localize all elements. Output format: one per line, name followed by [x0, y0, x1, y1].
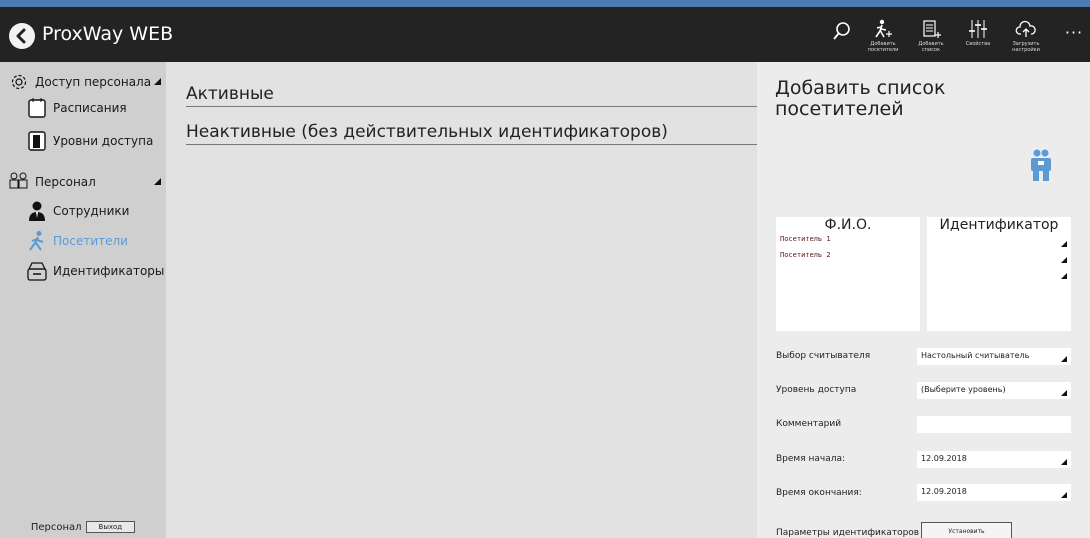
access-level-select[interactable]: (Выберите уровень) [917, 382, 1071, 399]
add-list-icon [923, 20, 941, 38]
collapse-triangle-icon[interactable] [154, 178, 161, 185]
sidebar-group-personnel[interactable]: Персонал [8, 171, 96, 193]
main-content: Активные Неактивные (без действительных … [166, 62, 757, 538]
calendar-icon [26, 97, 48, 119]
start-date-value: 12.09.2018 [921, 454, 967, 463]
access-level-label: Уровень доступа [776, 385, 857, 395]
add-visitors-label: Добавить посетители [867, 41, 899, 53]
back-arrow-icon [16, 28, 26, 44]
chevron-down-icon [1061, 492, 1067, 498]
sidebar-item-identifiers[interactable]: Идентификаторы [26, 260, 164, 282]
search-icon [833, 22, 850, 40]
name-column: Ф.И.О. Посетитель 1 Посетитель 2 [776, 217, 920, 331]
sidebar-item-visitors[interactable]: Посетители [26, 230, 128, 252]
cloud-upload-icon [1015, 20, 1036, 37]
add-visitor-icon [875, 19, 892, 38]
section-inactive[interactable]: Неактивные (без действительных идентифик… [186, 122, 757, 145]
comment-field[interactable] [917, 416, 1071, 433]
door-icon [26, 130, 48, 152]
start-time-label: Время начала: [776, 454, 846, 464]
more-icon: ··· [1064, 23, 1084, 42]
visitors-icon [1031, 149, 1051, 181]
sidebar-item-label: Уровни доступа [53, 134, 154, 148]
end-date-value: 12.09.2018 [921, 487, 967, 496]
employee-icon [26, 200, 48, 222]
card-reader-icon [26, 260, 48, 282]
sidebar-group-staff-access[interactable]: Доступ персонала [8, 71, 151, 93]
sliders-icon [969, 20, 987, 38]
reader-select-value: Настольный считыватель [921, 351, 1030, 360]
list-item[interactable]: Посетитель 1 [776, 235, 920, 243]
add-visitor-list-panel: Добавить список посетителей Ф.И.О. Посет… [757, 62, 1090, 538]
identifier-column-header: Идентификатор [939, 217, 1059, 233]
add-list-button[interactable]: Добавить список [911, 18, 951, 64]
app-title: ProxWay WEB [42, 23, 174, 45]
load-settings-button[interactable]: Загрузить настройки [1005, 18, 1047, 64]
end-date-picker[interactable]: 12.09.2018 [917, 484, 1071, 501]
title-bar: ProxWay WEB Добавить посетители Добавить… [0, 7, 1090, 62]
identifier-dropdown-icon[interactable] [1061, 273, 1067, 279]
identifier-dropdown-icon[interactable] [1061, 241, 1067, 247]
search-button[interactable] [830, 18, 854, 64]
visitor-icon [26, 230, 48, 252]
collapse-triangle-icon[interactable] [154, 78, 161, 85]
sidebar-group-label: Доступ персонала [35, 75, 152, 89]
identifier-params-label: Параметры идентификаторов [776, 528, 920, 538]
add-visitors-button[interactable]: Добавить посетители [862, 18, 904, 64]
sidebar-item-label: Идентификаторы [53, 264, 165, 278]
properties-label: Свойства [965, 41, 991, 47]
sidebar: Доступ персонала Расписания Уровни досту… [0, 62, 166, 538]
back-button[interactable] [9, 23, 35, 49]
exit-button[interactable]: Выход [85, 521, 136, 533]
end-time-label: Время окончания: [776, 488, 862, 498]
sidebar-item-label: Посетители [53, 234, 128, 248]
panel-title: Добавить список посетителей [775, 77, 946, 120]
load-settings-label: Загрузить настройки [1012, 41, 1040, 53]
reader-label: Выбор считывателя [776, 351, 871, 361]
gear-icon [8, 71, 30, 93]
identifier-dropdown-icon[interactable] [1061, 257, 1067, 263]
sidebar-item-access-levels[interactable]: Уровни доступа [26, 130, 153, 152]
sidebar-item-label: Сотрудники [53, 204, 130, 218]
add-list-label: Добавить список [918, 41, 944, 53]
section-active[interactable]: Активные [186, 84, 757, 107]
list-item[interactable]: Посетитель 2 [776, 251, 920, 259]
properties-button[interactable]: Свойства [958, 18, 998, 64]
chevron-down-icon [1061, 356, 1067, 362]
sidebar-item-employees[interactable]: Сотрудники [26, 200, 129, 222]
sidebar-item-schedules[interactable]: Расписания [26, 97, 127, 119]
sidebar-group-label: Персонал [35, 175, 96, 189]
chevron-down-icon [1061, 459, 1067, 465]
comment-label: Комментарий [776, 419, 842, 429]
sidebar-footer: Персонал Выход [0, 516, 166, 538]
start-date-picker[interactable]: 12.09.2018 [917, 451, 1071, 468]
top-accent-strip [0, 0, 1090, 7]
set-button[interactable]: Установить [921, 522, 1012, 538]
name-column-header: Ф.И.О. [824, 217, 872, 233]
sidebar-item-label: Расписания [53, 101, 127, 115]
chevron-down-icon [1061, 390, 1067, 396]
people-icon [8, 171, 30, 193]
identifier-column: Идентификатор [927, 217, 1071, 331]
access-level-value: (Выберите уровень) [921, 385, 1006, 394]
reader-select[interactable]: Настольный считыватель [917, 348, 1071, 365]
current-section-label: Персонал [30, 521, 82, 533]
